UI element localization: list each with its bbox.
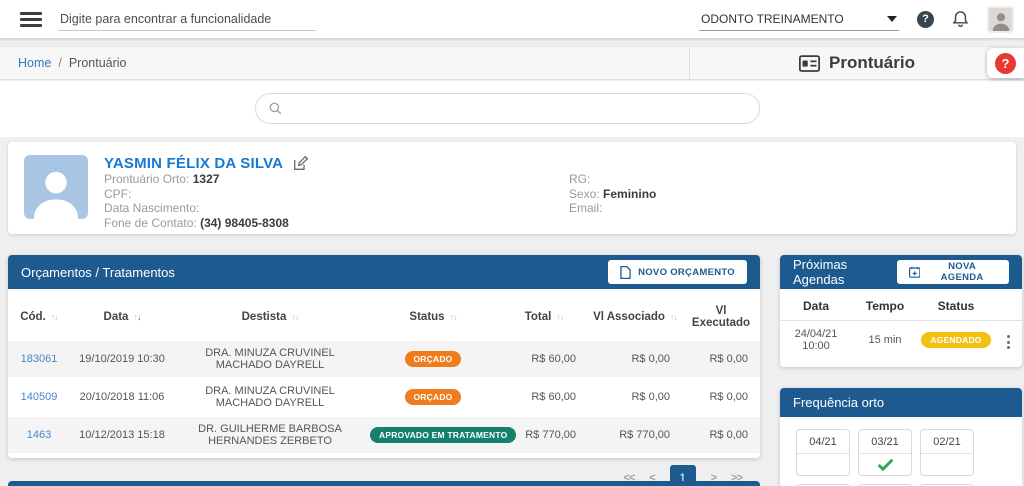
- budget-dentist: DRA. MINUZA CRUVINEL MACHADO DAYRELL: [174, 341, 366, 378]
- patient-field: RG:: [569, 172, 656, 187]
- next-panel-header: [8, 481, 760, 486]
- budgets-panel-title: Orçamentos / Tratamentos: [21, 265, 175, 280]
- budget-total: R$ 60,00: [500, 341, 588, 378]
- patient-search-input[interactable]: [291, 102, 759, 116]
- patient-field: Fone de Contato: (34) 98405-8308: [104, 216, 1000, 231]
- page-title: Prontuário: [829, 53, 915, 73]
- ortho-frequency-panel: Frequência orto 04/21 03/21 02/21 01/21 …: [780, 388, 1022, 486]
- floating-help-button[interactable]: ?: [987, 48, 1024, 78]
- top-bar: ODONTO TREINAMENTO ?: [0, 0, 1024, 38]
- question-icon: ?: [995, 53, 1016, 74]
- patient-search-box[interactable]: [255, 93, 760, 124]
- budget-vl-executado: R$ 0,00: [682, 416, 760, 454]
- sort-icon[interactable]: ↑↓: [51, 312, 58, 322]
- month-chip[interactable]: 02/21: [920, 429, 974, 476]
- patient-field: Sexo: Feminino: [569, 187, 656, 202]
- breadcrumb-bar: Home / Prontuário Prontuário: [0, 46, 1024, 80]
- notifications-button[interactable]: [952, 10, 969, 28]
- calendar-plus-icon: [909, 266, 920, 278]
- agenda-col-tempo: Tempo: [852, 289, 918, 321]
- bell-icon: [952, 10, 969, 28]
- breadcrumb-current: Prontuário: [69, 56, 127, 70]
- budget-date: 20/10/2018 11:06: [70, 378, 174, 416]
- col-header-total[interactable]: Total↑↓: [500, 289, 588, 341]
- month-chips: 04/21 03/21 02/21 01/21 12/20 11/20: [780, 417, 990, 486]
- check-icon: [877, 458, 894, 471]
- search-icon: [268, 101, 283, 116]
- new-agenda-button[interactable]: NOVA AGENDA: [897, 260, 1009, 284]
- month-chip[interactable]: 04/21: [796, 429, 850, 476]
- sort-icon[interactable]: ↑↓: [670, 312, 677, 322]
- table-row: 183061 19/10/2019 10:30 DRA. MINUZA CRUV…: [8, 341, 760, 378]
- table-row: 140509 20/10/2018 11:06 DRA. MINUZA CRUV…: [8, 378, 760, 416]
- patient-card: YASMIN FÉLIX DA SILVA Prontuário Orto: 1…: [8, 142, 1016, 234]
- col-header-vl-associado[interactable]: Vl Associado↑↓: [588, 289, 682, 341]
- question-icon: ?: [917, 11, 934, 28]
- col-header-status[interactable]: Status↑↓: [366, 289, 500, 341]
- budget-vl-executado: R$ 0,00: [682, 378, 760, 416]
- document-icon: [620, 266, 631, 279]
- budget-vl-associado: R$ 0,00: [588, 341, 682, 378]
- menu-icon[interactable]: [20, 12, 42, 27]
- budget-code-link[interactable]: 183061: [21, 353, 58, 365]
- help-button[interactable]: ?: [917, 11, 934, 28]
- sort-icon[interactable]: ↑↓: [133, 312, 140, 322]
- agendas-panel-title: Próximas Agendas: [793, 257, 897, 287]
- budget-total: R$ 60,00: [500, 378, 588, 416]
- patient-name: YASMIN FÉLIX DA SILVA: [104, 155, 283, 172]
- budget-dentist: DRA. MINUZA CRUVINEL MACHADO DAYRELL: [174, 378, 366, 416]
- list-item: 24/04/21 10:00 15 min AGENDADO: [780, 321, 1022, 360]
- budget-vl-associado: R$ 0,00: [588, 378, 682, 416]
- contact-card-icon: [799, 55, 820, 72]
- budget-code-link[interactable]: 1463: [27, 429, 51, 441]
- patient-field: Data Nascimento:: [104, 201, 1000, 216]
- status-badge: ORÇADO: [405, 389, 462, 405]
- agendas-panel: Próximas Agendas NOVA AGENDA Data Tempo …: [780, 255, 1022, 367]
- patient-field: Prontuário Orto: 1327: [104, 172, 1000, 187]
- patient-avatar: [24, 155, 88, 219]
- budget-dentist: DR. GUILHERME BARBOSA HERNANDES ZERBETO: [174, 416, 366, 454]
- budgets-panel: Orçamentos / Tratamentos NOVO ORÇAMENTO …: [8, 255, 760, 458]
- sort-icon[interactable]: ↑↓: [291, 312, 298, 322]
- budget-date: 10/12/2013 15:18: [70, 416, 174, 454]
- user-avatar: [987, 6, 1014, 33]
- user-menu-button[interactable]: [987, 6, 1014, 33]
- col-header-vl-executado[interactable]: Vl Executado: [682, 289, 760, 341]
- col-header-data[interactable]: Data↑↓: [70, 289, 174, 341]
- breadcrumb: Home / Prontuário: [0, 47, 690, 79]
- agenda-col-data: Data: [780, 289, 852, 321]
- edit-patient-button[interactable]: [292, 156, 308, 172]
- month-chip[interactable]: 03/21: [858, 429, 912, 476]
- budget-vl-executado: R$ 0,00: [682, 341, 760, 378]
- clinic-select-value: ODONTO TREINAMENTO: [701, 12, 844, 26]
- search-strip: [0, 81, 1024, 137]
- budget-date: 19/10/2019 10:30: [70, 341, 174, 378]
- sort-icon[interactable]: ↑↓: [556, 312, 563, 322]
- chevron-down-icon: [887, 16, 897, 22]
- table-row: 1463 10/12/2013 15:18 DR. GUILHERME BARB…: [8, 416, 760, 454]
- patient-field: Email:: [569, 201, 656, 216]
- budget-vl-associado: R$ 770,00: [588, 416, 682, 454]
- breadcrumb-home-link[interactable]: Home: [18, 56, 51, 70]
- col-header-dentista[interactable]: Destista↑↓: [174, 289, 366, 341]
- budget-code-link[interactable]: 140509: [21, 391, 58, 403]
- patient-field: CPF:: [104, 187, 1000, 202]
- agenda-duration: 15 min: [852, 321, 918, 360]
- agenda-col-status: Status: [918, 289, 994, 321]
- edit-icon: [292, 156, 308, 172]
- col-header-cod[interactable]: Cód.↑↓: [8, 289, 70, 341]
- functionality-search-input[interactable]: [58, 8, 316, 31]
- agenda-date: 24/04/21 10:00: [780, 321, 852, 360]
- status-badge: AGENDADO: [921, 332, 990, 348]
- kebab-menu-icon[interactable]: [1005, 333, 1012, 351]
- status-badge: APROVADO EM TRATAMENTO: [370, 427, 516, 443]
- new-budget-button[interactable]: NOVO ORÇAMENTO: [608, 260, 747, 284]
- breadcrumb-separator: /: [58, 56, 61, 70]
- status-badge: ORÇADO: [405, 351, 462, 367]
- frequency-panel-title: Frequência orto: [793, 395, 884, 410]
- sort-icon[interactable]: ↑↓: [450, 312, 457, 322]
- clinic-select[interactable]: ODONTO TREINAMENTO: [699, 8, 899, 31]
